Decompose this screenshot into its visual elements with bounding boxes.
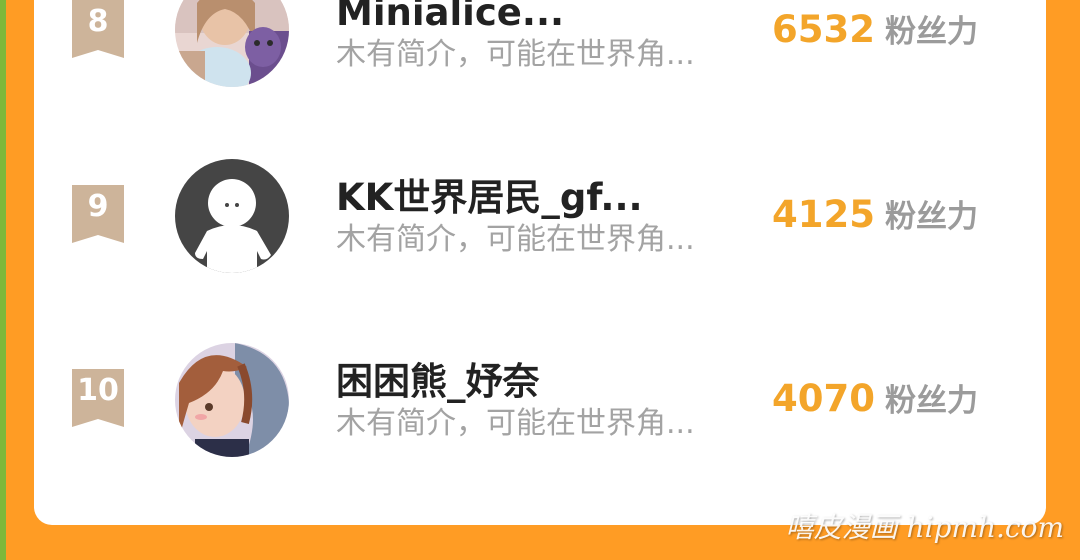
score-unit: 粉丝力: [884, 14, 978, 50]
leaderboard-row[interactable]: 9 KK世界居民_gf... 木有简介，可能在世界角... 4125 粉丝力: [34, 145, 1046, 295]
anime-couple-avatar-icon: [175, 343, 289, 457]
rank-number: 8: [87, 4, 109, 39]
photo-avatar-girl-with-plush-icon: [175, 0, 289, 87]
score-unit: 粉丝力: [884, 199, 978, 235]
rank-number: 9: [87, 189, 109, 224]
user-bio: 木有简介，可能在世界角...: [336, 222, 695, 257]
fan-power-score: 4070 粉丝力: [772, 377, 978, 428]
leaderboard-card: 8 Minialice... 木有简介，可能在世界角... 6532 粉丝力 9…: [34, 0, 1046, 525]
score-value: 4125: [772, 193, 875, 236]
rank-ribbon-icon: 10: [72, 369, 124, 427]
user-avatar[interactable]: [175, 0, 289, 87]
leaderboard-row[interactable]: 10 困困熊_妤奈 木有简介，可能在世界角... 4070 粉丝力: [34, 329, 1046, 479]
site-watermark: 嘻皮漫画 hipmh.com: [785, 511, 1064, 544]
user-name[interactable]: 困困熊_妤奈: [336, 360, 540, 404]
leaderboard-row[interactable]: 8 Minialice... 木有简介，可能在世界角... 6532 粉丝力: [34, 0, 1046, 110]
fan-power-score: 4125 粉丝力: [772, 193, 978, 244]
left-edge-strip: [0, 0, 6, 560]
default-user-silhouette-icon: [175, 159, 289, 273]
user-avatar[interactable]: [175, 343, 289, 457]
user-name[interactable]: KK世界居民_gf...: [336, 176, 643, 220]
score-unit: 粉丝力: [884, 383, 978, 419]
user-name[interactable]: Minialice...: [336, 0, 564, 35]
score-value: 4070: [772, 377, 875, 420]
user-bio: 木有简介，可能在世界角...: [336, 406, 695, 441]
score-value: 6532: [772, 8, 875, 51]
fan-power-score: 6532 粉丝力: [772, 8, 978, 59]
rank-number: 10: [77, 373, 119, 408]
rank-ribbon-icon: 9: [72, 185, 124, 243]
user-bio: 木有简介，可能在世界角...: [336, 37, 695, 72]
rank-ribbon-icon: 8: [72, 0, 124, 58]
user-avatar[interactable]: [175, 159, 289, 273]
